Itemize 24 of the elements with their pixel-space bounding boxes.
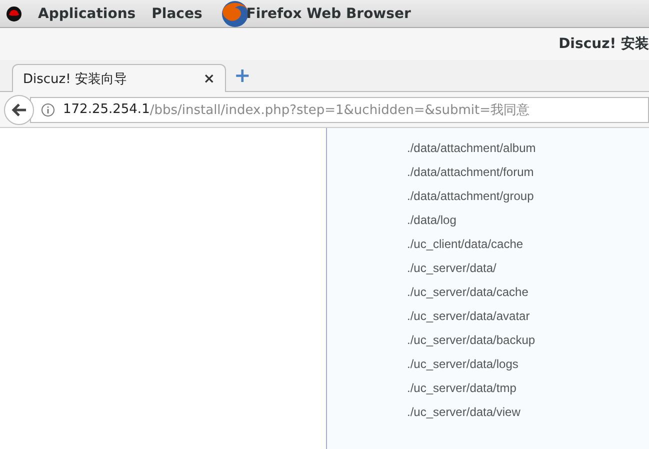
top-bar-menu[interactable]: Places xyxy=(152,6,202,22)
directory-path: ./data/attachment/forum xyxy=(407,164,535,181)
directory-path: ./data/attachment/album xyxy=(407,140,537,157)
directory-path: ./uc_server/data/tmp xyxy=(407,380,518,397)
directory-path: ./uc_server/data/logs xyxy=(407,356,520,373)
info-icon[interactable] xyxy=(41,102,55,116)
directory-path: ./uc_client/data/cache xyxy=(407,236,524,253)
directory-path: ./data/log xyxy=(407,212,458,229)
browser-tab[interactable]: Discuz! 安装向导 × xyxy=(12,64,226,92)
back-arrow-icon xyxy=(11,102,27,116)
address-field[interactable]: 172.25.254.1/bbs/install/index.php?step=1&uchidden=&submit=我同意 xyxy=(30,96,649,122)
directory-path: ./data/attachment/group xyxy=(407,188,535,205)
directory-path: ./uc_server/data/ xyxy=(407,260,498,277)
new-tab-button[interactable]: + xyxy=(234,62,251,88)
back-button[interactable] xyxy=(4,94,34,124)
window-title: Discuz! 安装 xyxy=(558,35,649,53)
app-name: Firefox Web Browser xyxy=(246,6,411,22)
directory-path: ./uc_server/data/backup xyxy=(407,332,536,349)
directory-path: ./uc_server/data/view xyxy=(407,404,522,421)
close-icon[interactable]: × xyxy=(203,70,215,86)
directory-path: ./uc_server/data/avatar xyxy=(407,308,531,325)
hat-logo-icon xyxy=(6,6,22,22)
top-bar-menu[interactable]: Applications xyxy=(38,6,136,22)
directory-path: ./uc_server/data/cache xyxy=(407,284,530,301)
